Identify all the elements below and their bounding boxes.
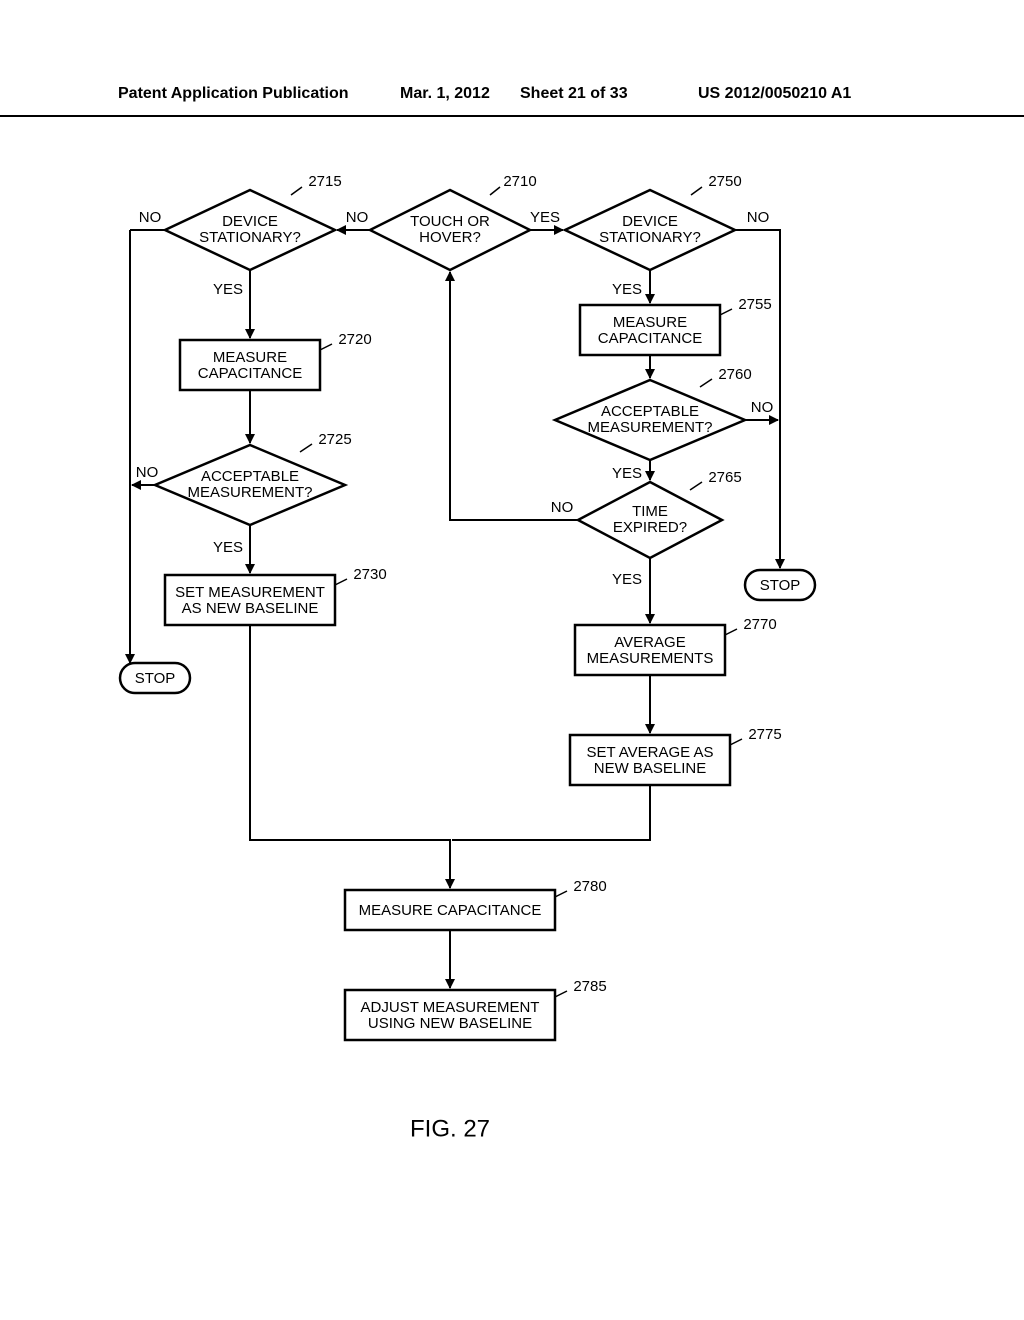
header-sheet: Sheet 21 of 33: [520, 85, 628, 103]
stop2-text: STOP: [760, 577, 801, 594]
branch-2715-no: NO: [139, 209, 162, 226]
decision-time-expired: TIMEEXPIRED?: [578, 482, 722, 558]
n2725-text: ACCEPTABLEMEASUREMENT?: [187, 468, 312, 501]
branch-2725-yes: YES: [213, 539, 243, 556]
branch-2760-yes: YES: [612, 465, 642, 482]
terminator-stop-right: STOP: [745, 570, 815, 600]
ref-2785: 2785: [573, 978, 606, 995]
stop1-text: STOP: [135, 670, 176, 687]
process-measure-capacitance-right: MEASURECAPACITANCE: [580, 305, 720, 355]
branch-2750-yes: YES: [612, 281, 642, 298]
process-set-measurement-baseline: SET MEASUREMENTAS NEW BASELINE: [165, 575, 335, 625]
header-date: Mar. 1, 2012: [400, 85, 490, 103]
decision-acceptable-right: ACCEPTABLEMEASUREMENT?: [555, 380, 745, 460]
diagram-stage: TOUCH ORHOVER? 2710 DEVICESTATIONARY? 27…: [0, 120, 1024, 1220]
ref-2710: 2710: [503, 173, 536, 190]
ref-2765: 2765: [708, 469, 741, 486]
branch-2725-no: NO: [136, 464, 159, 481]
branch-2710-no: NO: [346, 209, 369, 226]
process-measure-capacitance-left: MEASURECAPACITANCE: [180, 340, 320, 390]
ref-2780: 2780: [573, 878, 606, 895]
process-set-average-baseline: SET AVERAGE ASNEW BASELINE: [570, 735, 730, 785]
terminator-stop-left: STOP: [120, 663, 190, 693]
ref-2770: 2770: [743, 616, 776, 633]
process-average-measurements: AVERAGEMEASUREMENTS: [575, 625, 725, 675]
process-measure-capacitance-bottom: MEASURE CAPACITANCE: [345, 890, 555, 930]
n2710-line1: TOUCH ORHOVER?: [410, 213, 490, 246]
n2730-text: SET MEASUREMENTAS NEW BASELINE: [175, 584, 325, 617]
ref-2715: 2715: [308, 173, 341, 190]
figure-label: FIG. 27: [410, 1115, 490, 1142]
branch-2710-yes: YES: [530, 209, 560, 226]
ref-2760: 2760: [718, 366, 751, 383]
n2775-text: SET AVERAGE ASNEW BASELINE: [586, 744, 713, 777]
n2760-text: ACCEPTABLEMEASUREMENT?: [587, 403, 712, 436]
process-adjust-measurement: ADJUST MEASUREMENTUSING NEW BASELINE: [345, 990, 555, 1040]
ref-2725: 2725: [318, 431, 351, 448]
n2720-text: MEASURECAPACITANCE: [198, 349, 302, 382]
branch-2760-no: NO: [751, 399, 774, 416]
n2755-text: MEASURECAPACITANCE: [598, 314, 702, 347]
decision-device-stationary-left: DEVICESTATIONARY?: [165, 190, 335, 270]
n2785-text: ADJUST MEASUREMENTUSING NEW BASELINE: [361, 999, 540, 1032]
ref-2775: 2775: [748, 726, 781, 743]
decision-touch-or-hover: TOUCH ORHOVER?: [370, 190, 530, 270]
branch-2765-no: NO: [551, 499, 574, 516]
ref-2720: 2720: [338, 331, 371, 348]
branch-2715-yes: YES: [213, 281, 243, 298]
branch-2750-no: NO: [747, 209, 770, 226]
header-pubno: US 2012/0050210 A1: [698, 85, 851, 103]
ref-2755: 2755: [738, 296, 771, 313]
header-left: Patent Application Publication: [118, 85, 349, 103]
decision-device-stationary-right: DEVICESTATIONARY?: [565, 190, 735, 270]
decision-acceptable-left: ACCEPTABLEMEASUREMENT?: [155, 445, 345, 525]
ref-2730: 2730: [353, 566, 386, 583]
n2780-text: MEASURE CAPACITANCE: [359, 902, 542, 919]
branch-2765-yes: YES: [612, 571, 642, 588]
ref-2750: 2750: [708, 173, 741, 190]
